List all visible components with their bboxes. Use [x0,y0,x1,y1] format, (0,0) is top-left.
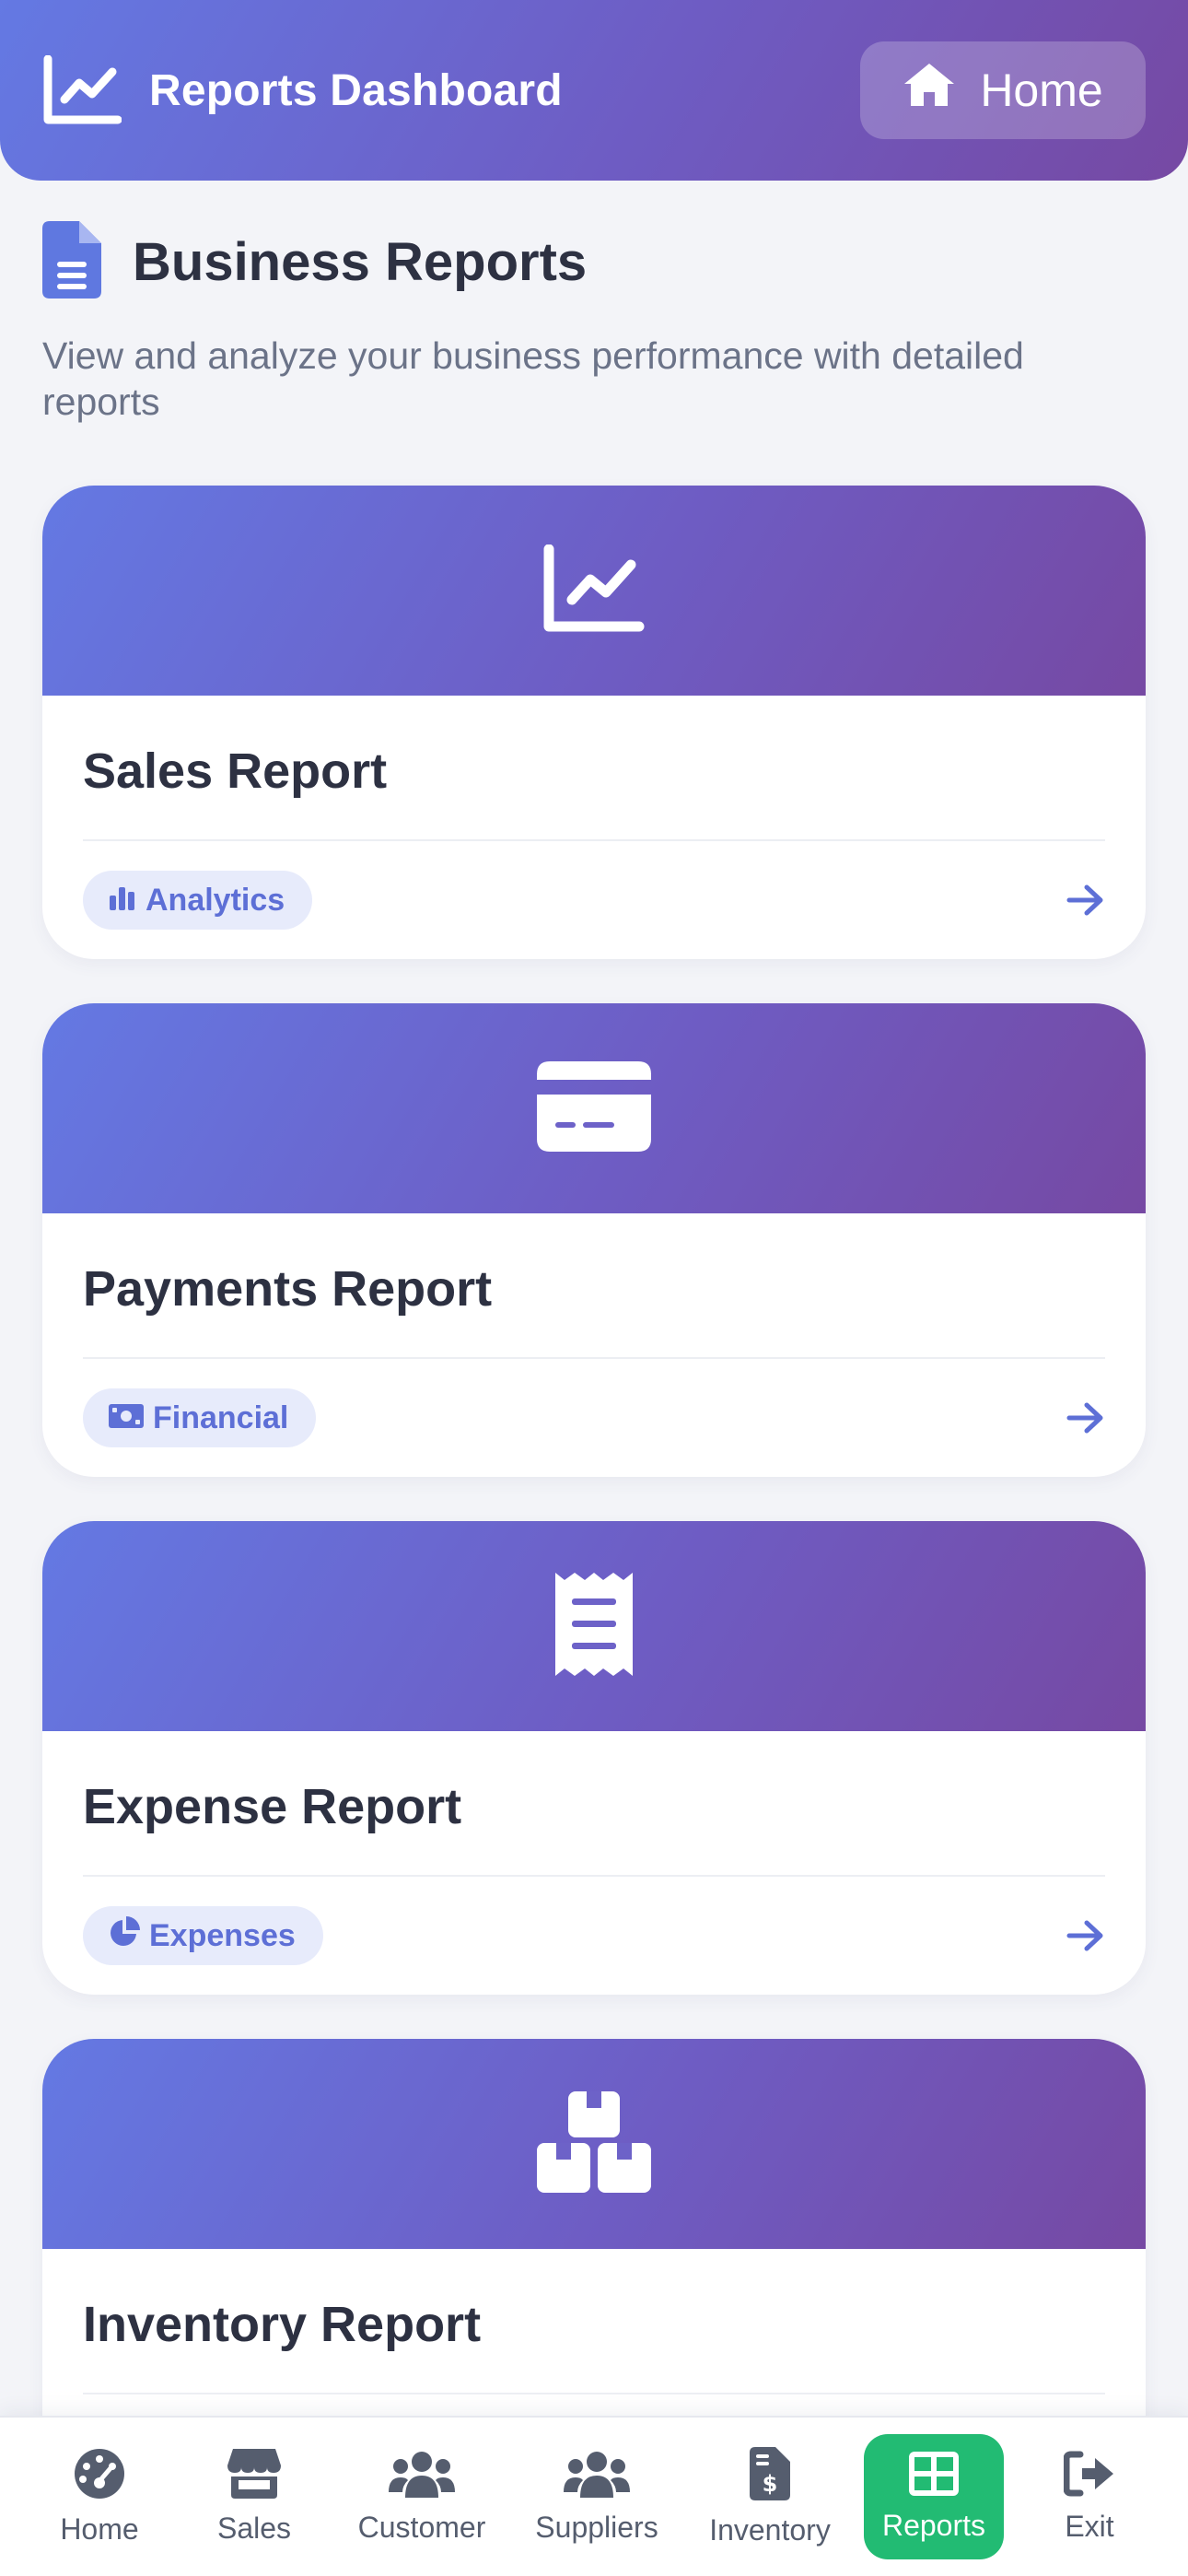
nav-item-reports[interactable]: Reports [864,2434,1004,2559]
chart-line-icon [542,544,646,638]
card-title: Sales Report [83,696,1105,841]
users-icon [389,2450,455,2498]
badge-label: Analytics [146,882,285,918]
file-document-icon [42,221,101,303]
nav-label: Exit [1065,2509,1114,2543]
card-banner [42,1003,1146,1213]
report-cards: Sales Report Analytics Payments Report F… [42,486,1146,2557]
arrow-right-icon[interactable] [1066,1919,1105,1952]
store-icon [227,2448,281,2499]
sales-report-card[interactable]: Sales Report Analytics [42,486,1146,959]
card-banner [42,1521,1146,1731]
boxes-icon [537,2090,651,2197]
receipt-icon [555,1572,633,1680]
page-subtitle: View and analyze your business performan… [42,334,1024,423]
svg-text:$: $ [763,2471,778,2497]
nav-item-suppliers[interactable]: Suppliers [530,2434,663,2559]
page-header: Business Reports View and analyze your b… [42,221,1147,425]
header-brand: Reports Dashboard [42,55,563,125]
nav-item-inventory[interactable]: $ Inventory [703,2434,837,2559]
payments-report-card[interactable]: Payments Report Financial [42,1003,1146,1477]
card-title: Expense Report [83,1731,1105,1877]
card-title: Payments Report [83,1213,1105,1359]
nav-label: Home [60,2512,139,2546]
category-badge: Expenses [83,1906,323,1965]
chart-line-icon [42,55,122,125]
nav-item-exit[interactable]: Exit [1041,2434,1138,2559]
app-title: Reports Dashboard [149,65,563,115]
arrow-right-icon[interactable] [1066,1401,1105,1434]
money-bill-icon [109,1400,144,1436]
badge-label: Financial [153,1399,289,1435]
nav-item-home[interactable]: Home [42,2434,157,2559]
credit-card-icon [537,1060,651,1156]
card-banner [42,486,1146,696]
card-banner [42,2039,1146,2249]
badge-label: Expenses [149,1917,296,1953]
nav-label: Sales [216,2511,292,2545]
home-button[interactable]: Home [860,41,1146,139]
arrow-right-icon[interactable] [1066,884,1105,917]
nav-label: Reports [881,2508,986,2542]
nav-label: Suppliers [535,2510,658,2544]
sign-out-icon [1064,2451,1115,2497]
nav-label: Customer [357,2510,486,2544]
category-badge: Financial [83,1388,317,1447]
category-badge: Analytics [83,871,313,930]
card-title: Inventory Report [83,2249,1105,2395]
nav-label: Inventory [709,2512,831,2547]
home-button-label: Home [980,64,1103,116]
bottom-navigation: Home Sales Customer Suppliers $ Inventor… [0,2416,1188,2576]
nav-item-customer[interactable]: Customer [348,2434,495,2559]
page-title: Business Reports [133,232,588,292]
nav-item-sales[interactable]: Sales [204,2434,305,2559]
app-header: Reports Dashboard Home [0,0,1188,181]
gauge-icon [74,2448,125,2500]
expense-report-card[interactable]: Expense Report Expenses [42,1521,1146,1995]
house-icon [903,62,956,119]
users-icon [564,2450,630,2498]
table-icon [909,2451,959,2496]
file-invoice-dollar-icon: $ [750,2446,790,2500]
pie-chart-icon [109,1915,140,1956]
bar-chart-icon [109,883,136,919]
